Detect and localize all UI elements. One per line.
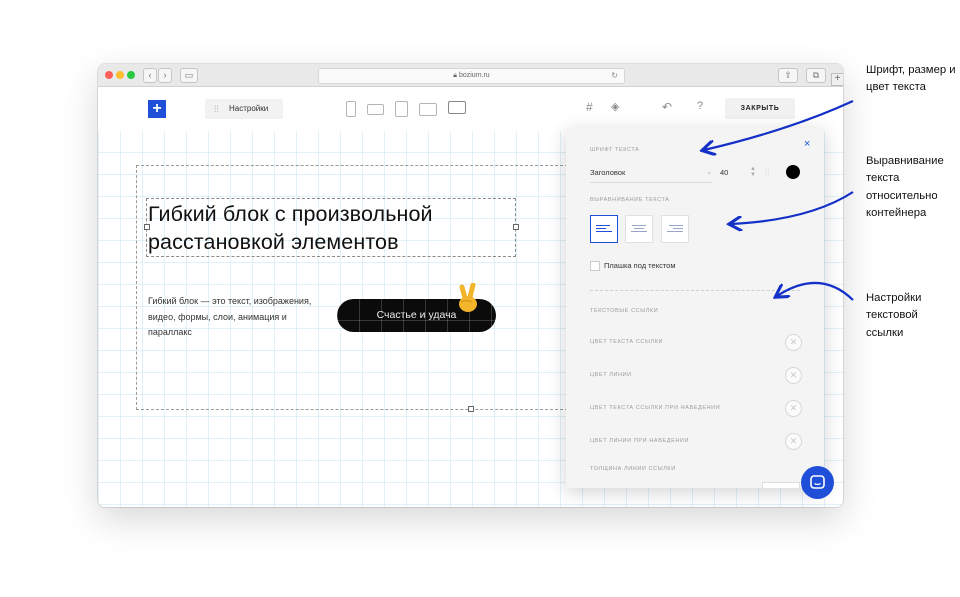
annotation-arrows — [0, 100, 854, 301]
align-arrow — [731, 191, 854, 224]
annotation-links: Настройки текстовой ссылки — [866, 292, 922, 339]
links-arrow — [777, 281, 854, 301]
font-arrow — [704, 100, 854, 150]
annotation-font: Шрифт, размер и цвет текста — [866, 64, 956, 94]
annotation-align: Выравнивание текста относительно контейн… — [866, 155, 944, 219]
